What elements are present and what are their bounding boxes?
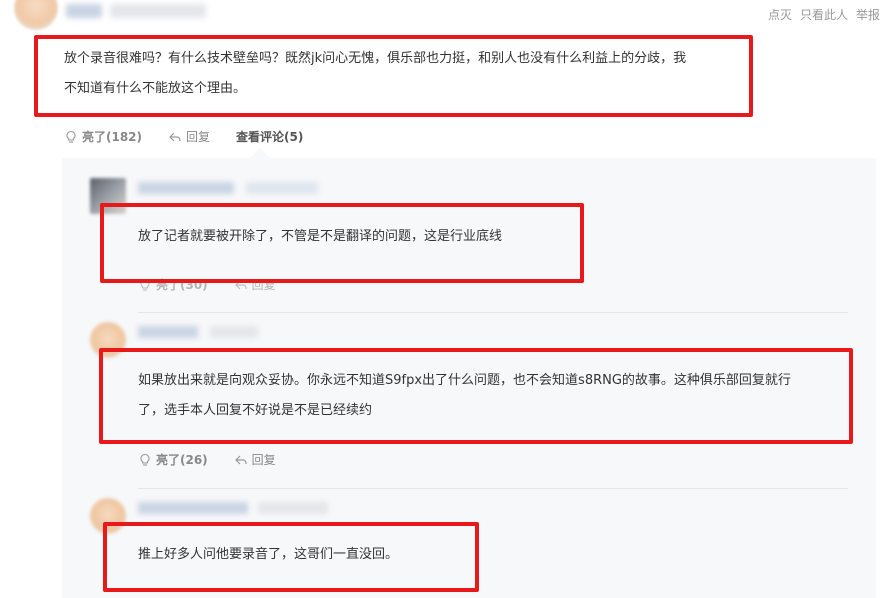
like-count-label: 亮了(182) (82, 130, 143, 144)
reply-meta-blurred (210, 326, 258, 338)
reply-button[interactable]: 回复 (168, 128, 210, 145)
main-comment-actions: 亮了(182) 回复 查看评论(5) (64, 128, 329, 145)
lightbulb-icon (66, 130, 76, 143)
panel-pointer (250, 148, 270, 158)
reply-username-blurred[interactable] (138, 182, 234, 194)
reply-meta-blurred (258, 502, 328, 514)
reply-separator (138, 488, 848, 489)
highlight-box-main (34, 35, 753, 117)
avatar[interactable] (14, 0, 58, 30)
reply-username-blurred[interactable] (138, 502, 248, 514)
view-replies-label: 查看评论(5) (236, 130, 304, 144)
like-button[interactable]: 亮了(26) (138, 451, 208, 468)
reply-label: 回复 (251, 453, 276, 467)
username-blurred[interactable] (66, 4, 102, 18)
user-meta-blurred (110, 4, 206, 18)
reply-button[interactable]: 回复 (234, 451, 276, 468)
only-this-user-link[interactable]: 只看此人 (800, 6, 848, 23)
reply-arrow-icon (234, 455, 247, 464)
like-count-label: 亮了(26) (156, 453, 208, 467)
reply-username-blurred[interactable] (138, 326, 198, 338)
highlight-box-reply-3 (103, 522, 479, 592)
like-button[interactable]: 亮了(182) (64, 128, 142, 145)
view-replies-button[interactable]: 查看评论(5) (236, 128, 303, 145)
highlight-box-reply-2 (99, 348, 853, 444)
dislike-link[interactable]: 点灭 (768, 6, 792, 23)
reply-arrow-icon (169, 132, 181, 141)
reply-meta-blurred (246, 182, 318, 194)
report-link[interactable]: 举报 (856, 6, 880, 23)
highlight-box-reply-1 (100, 203, 584, 283)
lightbulb-icon (140, 453, 150, 466)
comment-top-actions: 点灭 只看此人 举报 (768, 6, 880, 23)
reply-label: 回复 (186, 130, 211, 144)
reply-separator (138, 312, 848, 313)
reply-actions: 亮了(26) 回复 (138, 451, 302, 468)
